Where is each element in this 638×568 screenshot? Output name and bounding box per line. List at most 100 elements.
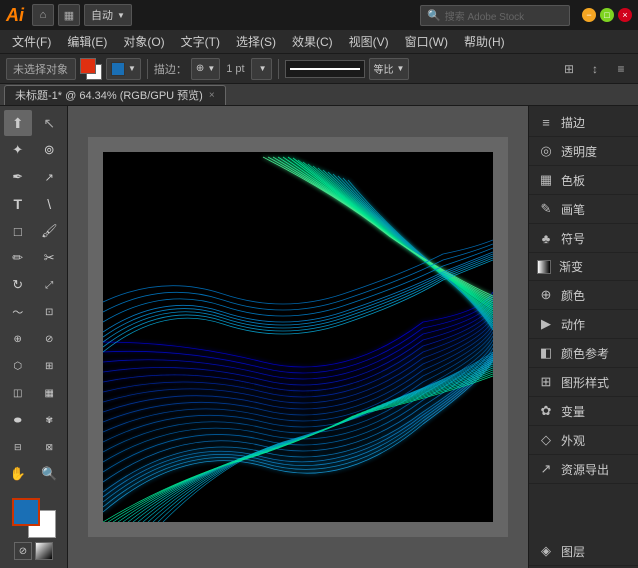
panel-actions[interactable]: ▶ 动作 — [529, 310, 638, 339]
panel-graphic-styles[interactable]: ⊞ 图形样式 — [529, 368, 638, 397]
lasso-tool[interactable]: ⊚ — [35, 137, 63, 163]
align-icon[interactable]: ⊞ — [558, 58, 580, 80]
brushes-panel-label: 画笔 — [561, 201, 585, 218]
transparency-panel-icon: ◎ — [537, 142, 555, 160]
tool-row-6: ✏ ✂ — [2, 245, 65, 271]
panel-stroke[interactable]: ≡ 描边 — [529, 108, 638, 137]
rotate-tool[interactable]: ↻ — [4, 272, 32, 298]
tab-close-button[interactable]: × — [209, 90, 215, 101]
stroke-color-swatch[interactable] — [80, 58, 102, 80]
panel-color-ref[interactable]: ◧ 颜色参考 — [529, 339, 638, 368]
toolbar: 未选择对象 ▼ 描边： ⊕ ▼ 1 pt ▼ 等比 ▼ ⊞ ↕ ≡ — [0, 54, 638, 84]
panel-gradient[interactable]: 渐变 — [529, 253, 638, 281]
search-box[interactable]: 🔍 搜索 Adobe Stock — [420, 5, 570, 26]
mesh-tool[interactable]: ⊞ — [35, 353, 63, 379]
slice-tool[interactable]: ⊠ — [35, 434, 63, 460]
symbols-panel-label: 符号 — [561, 230, 585, 247]
menu-help[interactable]: 帮助(H) — [456, 31, 513, 52]
stroke-type-dropdown[interactable]: ▼ — [106, 58, 141, 80]
zoom-tool[interactable]: 🔍 — [35, 461, 63, 487]
shape-builder-tool[interactable]: ⊕ — [4, 326, 32, 352]
menu-type[interactable]: 文字(T) — [173, 31, 228, 52]
menu-object[interactable]: 对象(O) — [115, 31, 172, 52]
maximize-button[interactable]: □ — [600, 8, 614, 22]
home-icon[interactable]: ⌂ — [32, 4, 54, 26]
menu-effect[interactable]: 效果(C) — [284, 31, 341, 52]
panel-variables[interactable]: ✿ 变量 — [529, 397, 638, 426]
menu-view[interactable]: 视图(V) — [341, 31, 397, 52]
rectangle-tool[interactable]: □ — [4, 218, 32, 244]
ratio-dropdown[interactable]: 等比 ▼ — [369, 58, 410, 80]
tool-row-1: ⬆ ↖ — [2, 110, 65, 136]
blend-tool[interactable]: ⬬ — [4, 407, 32, 433]
transform-icon[interactable]: ↕ — [584, 58, 606, 80]
actions-panel-label: 动作 — [561, 316, 585, 333]
tool-row-10: ⬡ ⊞ — [2, 353, 65, 379]
artboard-tool[interactable]: ⊟ — [4, 434, 32, 460]
panel-brushes[interactable]: ✎ 画笔 — [529, 195, 638, 224]
active-color-display[interactable] — [12, 498, 40, 526]
hand-tool[interactable]: ✋ — [4, 461, 32, 487]
pen-tool[interactable]: ✒ — [4, 164, 32, 190]
symbol-spray-tool[interactable]: ✾ — [35, 407, 63, 433]
workspace-dropdown[interactable]: 自动 ▼ — [84, 4, 132, 26]
type-tool[interactable]: T — [4, 191, 32, 217]
color-ref-panel-label: 颜色参考 — [561, 345, 609, 362]
direct-select-tool[interactable]: ↖ — [35, 110, 63, 136]
symbols-panel-icon: ♣ — [537, 229, 555, 247]
stroke-align-dropdown[interactable]: ⊕ ▼ — [191, 58, 220, 80]
layout-icon[interactable]: ▦ — [58, 4, 80, 26]
select-tool[interactable]: ⬆ — [4, 110, 32, 136]
panel-layers[interactable]: ◈ 图层 — [529, 537, 638, 566]
color-swatches — [12, 498, 56, 538]
color-panel-label: 颜色 — [561, 287, 585, 304]
tool-row-14: ✋ 🔍 — [2, 461, 65, 487]
warp-tool[interactable]: 〜 — [4, 299, 32, 325]
panel-asset-export[interactable]: ↗ 资源导出 — [529, 455, 638, 484]
paintbrush-tool[interactable]: 🖌 — [35, 218, 63, 244]
artwork-canvas[interactable] — [103, 152, 493, 522]
document-tab[interactable]: 未标题-1* @ 64.34% (RGB/GPU 预览) × — [4, 85, 226, 105]
menu-edit[interactable]: 编辑(E) — [59, 31, 115, 52]
stroke-preview — [285, 60, 365, 78]
no-color-button[interactable]: ⊘ — [14, 542, 32, 560]
menu-select[interactable]: 选择(S) — [228, 31, 284, 52]
panel-appearance[interactable]: ◇ 外观 — [529, 426, 638, 455]
tool-row-3: ✒ ↗ — [2, 164, 65, 190]
perspective-tool[interactable]: ⬡ — [4, 353, 32, 379]
stroke-type-arrow: ▼ — [128, 64, 136, 73]
magic-wand-tool[interactable]: ✦ — [4, 137, 32, 163]
dropdown-arrow: ▼ — [117, 11, 125, 20]
minimize-button[interactable]: − — [582, 8, 596, 22]
pencil-tool[interactable]: ✏ — [4, 245, 32, 271]
gradient-tool[interactable]: ◫ — [4, 380, 32, 406]
panel-symbols[interactable]: ♣ 符号 — [529, 224, 638, 253]
menu-window[interactable]: 窗口(W) — [397, 31, 456, 52]
tool-row-8: 〜 ⊡ — [2, 299, 65, 325]
curvature-tool[interactable]: ↗ — [35, 164, 63, 190]
stroke-size-dropdown[interactable]: ▼ — [251, 58, 272, 80]
panel-color[interactable]: ⊕ 颜色 — [529, 281, 638, 310]
tool-row-2: ✦ ⊚ — [2, 137, 65, 163]
canvas-row: ⬆ ↖ ✦ ⊚ ✒ ↗ — [0, 106, 638, 568]
panel-swatches[interactable]: ▦ 色板 — [529, 166, 638, 195]
search-icon: 🔍 — [427, 9, 441, 22]
scale-tool[interactable]: ⤢ — [35, 272, 63, 298]
tool-row-11: ◫ ▦ — [2, 380, 65, 406]
free-transform-tool[interactable]: ⊡ — [35, 299, 63, 325]
toolbox: ⬆ ↖ ✦ ⊚ ✒ ↗ — [0, 106, 68, 568]
scissors-tool[interactable]: ✂ — [35, 245, 63, 271]
gradient-quick-button[interactable] — [35, 542, 53, 560]
line-tool[interactable]: \ — [35, 191, 63, 217]
tab-title: 未标题-1* @ 64.34% (RGB/GPU 预览) — [15, 87, 203, 103]
panel-transparency[interactable]: ◎ 透明度 — [529, 137, 638, 166]
swatches-panel-icon: ▦ — [537, 171, 555, 189]
menu-file[interactable]: 文件(F) — [4, 31, 59, 52]
close-button[interactable]: × — [618, 8, 632, 22]
stroke-text-label: 描边： — [154, 61, 187, 77]
graph-tool[interactable]: ▦ — [35, 380, 63, 406]
live-paint-tool[interactable]: ⊘ — [35, 326, 63, 352]
layers-panel-label: 图层 — [561, 543, 585, 560]
transparency-panel-label: 透明度 — [561, 143, 597, 160]
menu-expand-icon[interactable]: ≡ — [610, 58, 632, 80]
